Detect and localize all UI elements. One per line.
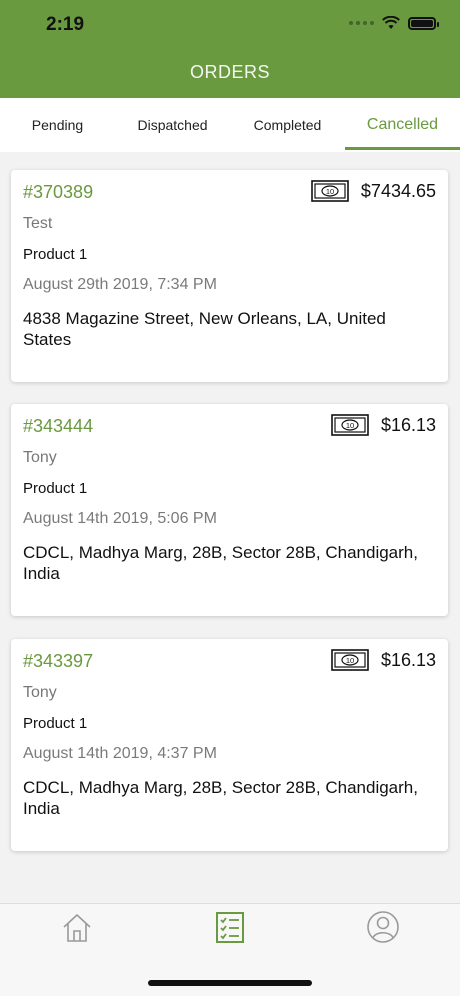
delivery-address: 4838 Magazine Street, New Orleans, LA, U… [23,309,386,349]
status-bar: 2:19 [0,0,460,50]
order-amount-group: 10 $16.13 [331,414,436,436]
order-id: #370389 [23,182,94,202]
customer-name: Tony [23,684,57,701]
delivery-address: CDCL, Madhya Marg, 28B, Sector 28B, Chan… [23,543,418,583]
battery-icon [408,16,439,30]
order-amount-group: 10 $7434.65 [311,180,436,202]
order-card[interactable]: #370389 10 $7434.65 Test Product 1 Augus… [11,170,448,382]
order-date: August 14th 2019, 4:37 PM [23,745,217,762]
tab-cancelled[interactable]: Cancelled [345,98,460,152]
order-amount-group: 10 $16.13 [331,649,436,671]
order-date: August 29th 2019, 7:34 PM [23,276,217,293]
home-indicator[interactable] [148,980,312,986]
order-id: #343444 [23,416,94,436]
tab-dispatched[interactable]: Dispatched [115,98,230,152]
product-name: Product 1 [23,715,88,732]
delivery-address: CDCL, Madhya Marg, 28B, Sector 28B, Chan… [23,778,418,818]
nav-home[interactable] [60,910,94,944]
status-icons [349,16,439,30]
home-icon [63,914,91,942]
orders-list-icon [216,912,244,943]
order-amount: $16.13 [380,414,436,435]
order-status-tabs: Pending Dispatched Completed Cancelled [0,98,460,152]
signal-icon [349,21,374,25]
product-name: Product 1 [23,480,88,497]
profile-icon [367,911,399,943]
cash-icon: 10 [311,180,349,202]
wifi-icon [382,16,400,29]
order-card[interactable]: #343444 10 $16.13 Tony Product 1 August … [11,404,448,616]
order-date: August 14th 2019, 5:06 PM [23,510,217,527]
order-amount: $7434.65 [360,180,436,201]
svg-text:10: 10 [326,187,334,196]
customer-name: Tony [23,449,57,466]
product-name: Product 1 [23,246,88,263]
customer-name: Test [23,215,53,232]
cash-icon: 10 [331,649,369,671]
svg-text:10: 10 [346,421,354,430]
nav-profile[interactable] [366,910,400,944]
tab-pending[interactable]: Pending [0,98,115,152]
nav-orders[interactable] [213,910,247,944]
app-header: 2:19 ORDERS [0,0,460,98]
svg-text:10: 10 [346,656,354,665]
order-amount: $16.13 [380,649,436,670]
cash-icon: 10 [331,414,369,436]
status-time: 2:19 [46,14,85,35]
order-card[interactable]: #343397 10 $16.13 Tony Product 1 August … [11,639,448,851]
order-id: #343397 [23,651,94,671]
tab-completed[interactable]: Completed [230,98,345,152]
page-title: ORDERS [189,62,270,82]
